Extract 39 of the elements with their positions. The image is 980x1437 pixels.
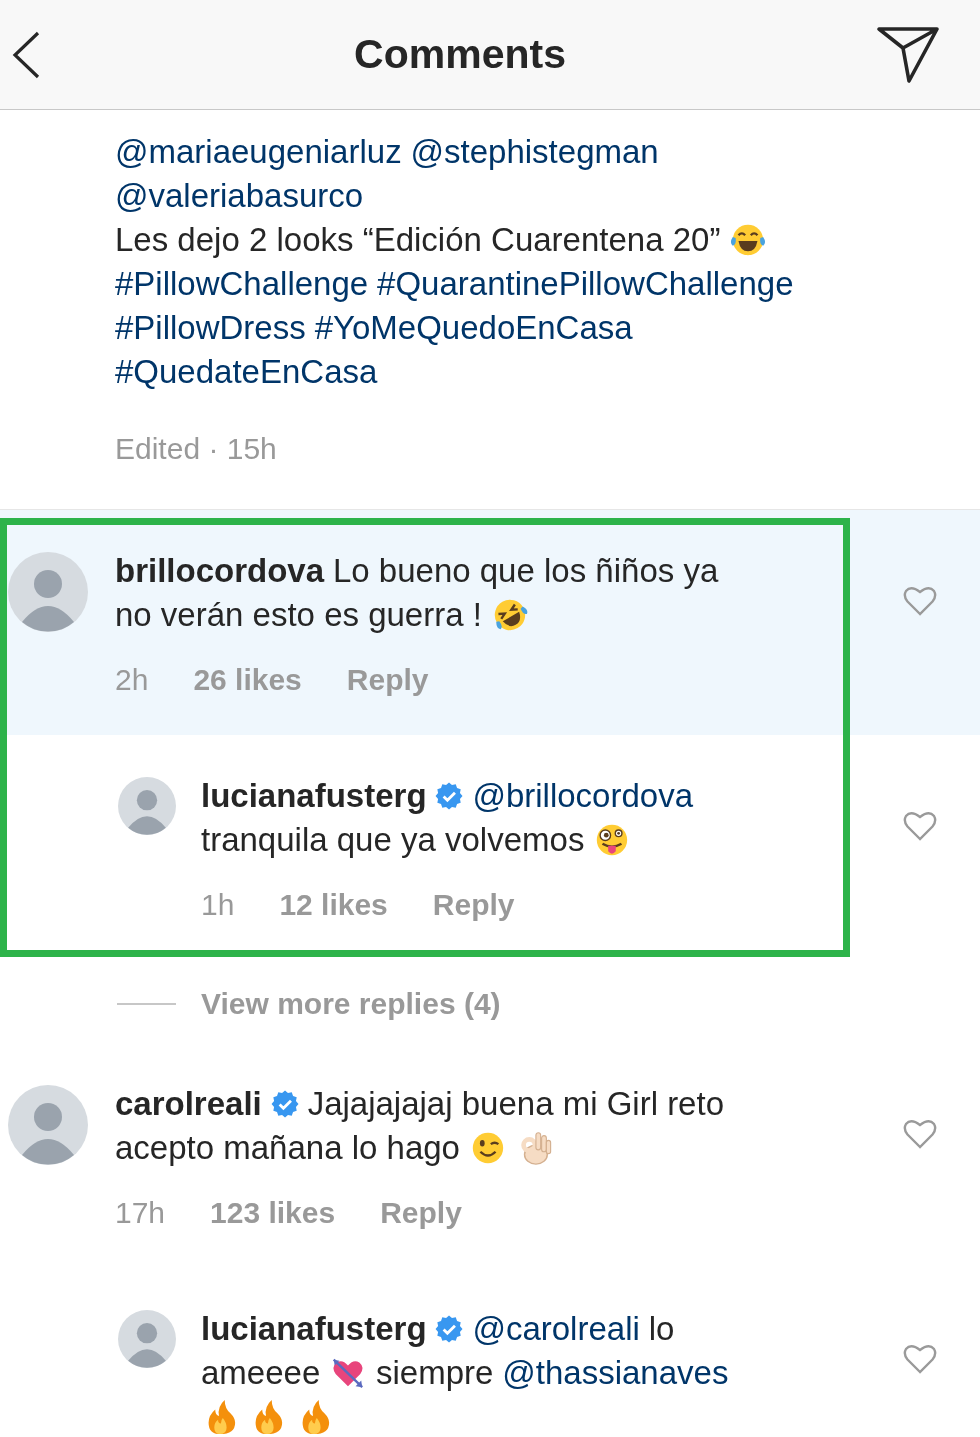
comment-text: Les dejo 2 looks “Edición Cuarentena 20” bbox=[115, 221, 721, 259]
like-heart-icon[interactable] bbox=[903, 585, 937, 617]
comment-text: acepto mañana lo hago bbox=[115, 1129, 460, 1167]
hashtag-link[interactable]: #PillowChallenge bbox=[115, 265, 369, 303]
like-heart-icon[interactable] bbox=[903, 810, 937, 842]
avatar[interactable] bbox=[8, 1085, 88, 1165]
share-button[interactable] bbox=[876, 25, 940, 84]
hashtag-link[interactable]: #YoMeQuedoEnCasa bbox=[314, 309, 633, 347]
username[interactable]: lucianafusterg bbox=[201, 777, 427, 815]
comment-time: 17h bbox=[115, 1195, 166, 1230]
like-heart-icon[interactable] bbox=[903, 1118, 937, 1150]
like-heart-icon[interactable] bbox=[903, 1343, 937, 1375]
comment-text: Lo bueno que los ñiños ya bbox=[332, 552, 719, 590]
avatar[interactable] bbox=[8, 552, 88, 632]
comment-text: Jajajajajaj buena mi Girl reto bbox=[307, 1085, 724, 1123]
mention-link[interactable]: @valeriabasurco bbox=[115, 177, 364, 215]
hashtag-link[interactable]: #PillowDress bbox=[115, 309, 306, 347]
comment-time: 2h bbox=[115, 662, 149, 697]
caption-meta: Edited · 15h bbox=[115, 432, 278, 466]
page-title: Comments bbox=[354, 31, 566, 78]
username[interactable]: carolreali bbox=[115, 1085, 262, 1123]
mention-link[interactable]: @thassianaves bbox=[502, 1354, 729, 1392]
comment-text: no verán esto es guerra ! bbox=[115, 596, 482, 634]
mention-link[interactable]: @carolreali bbox=[472, 1310, 640, 1348]
hashtag-link[interactable]: #QuedateEnCasa bbox=[115, 353, 378, 391]
mention-link[interactable]: @brillocordova bbox=[472, 777, 693, 815]
paper-plane-icon bbox=[876, 25, 940, 84]
hashtag-link[interactable]: #QuarantinePillowChallenge bbox=[377, 265, 794, 303]
avatar[interactable] bbox=[118, 777, 176, 835]
comment-text: tranquila que ya volvemos bbox=[201, 821, 585, 859]
avatar[interactable] bbox=[118, 1310, 176, 1368]
username[interactable]: lucianafusterg bbox=[201, 1310, 427, 1348]
mention-link[interactable]: @mariaeugeniarluz bbox=[115, 133, 402, 171]
comment-time: 1h bbox=[201, 887, 235, 922]
username[interactable]: brillocordova bbox=[115, 552, 325, 590]
comment-text: siempre bbox=[376, 1354, 494, 1392]
mention-link[interactable]: @stephistegman bbox=[410, 133, 659, 171]
comment-text: lo bbox=[648, 1310, 675, 1348]
comment-text: ameeee bbox=[201, 1354, 321, 1392]
